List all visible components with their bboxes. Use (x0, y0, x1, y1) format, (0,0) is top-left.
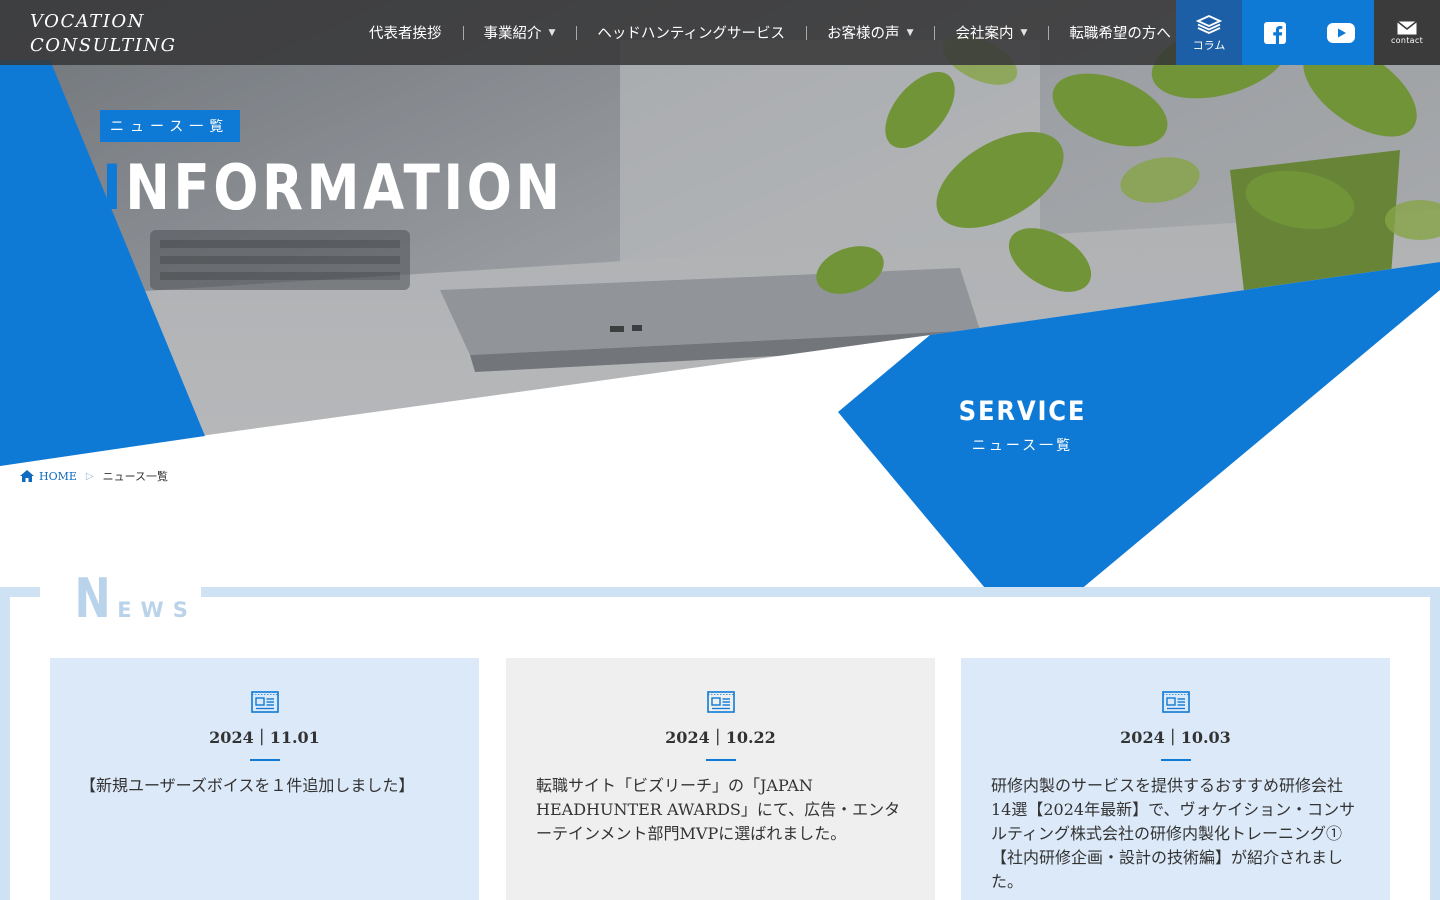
nav-label: ヘッドハンティングサービス (597, 26, 786, 42)
contact-button[interactable]: contact (1374, 0, 1440, 65)
news-card[interactable]: 2024｜10.22 転職サイト「ビズリーチ」の「JAPAN HEADHUNTE… (506, 658, 935, 900)
news-card[interactable]: 2024｜11.01 【新規ユーザーズボイスを１件追加しました】 (50, 658, 479, 900)
title-rest: NFORMATION (125, 151, 564, 224)
service-subtitle: ニュース一覧 (971, 438, 1074, 454)
breadcrumb-current: ニュース一覧 (102, 470, 169, 483)
caret-down-icon: ▼ (906, 27, 914, 38)
chevron-right-icon: ▷ (85, 470, 94, 482)
newspaper-icon (1161, 691, 1190, 713)
youtube-button[interactable] (1308, 0, 1374, 65)
main-nav: 代表者挨拶 事業紹介 ▼ ヘッドハンティングサービス お客様の声 ▼ 会社案内 … (348, 0, 1192, 65)
column-label: コラム (1192, 38, 1226, 52)
news-list: 2024｜11.01 【新規ユーザーズボイスを１件追加しました】 2024｜10… (50, 658, 1390, 900)
nav-item-business[interactable]: 事業紹介 ▼ (462, 22, 577, 43)
youtube-icon (1327, 22, 1355, 43)
service-title: SERVICE (958, 396, 1087, 427)
news-heading-rest: EWS (117, 598, 197, 622)
book-stack-icon (1196, 14, 1222, 34)
news-date: 2024｜10.03 (1120, 728, 1231, 747)
news-date: 2024｜11.01 (209, 728, 320, 747)
caret-down-icon: ▼ (548, 27, 556, 38)
breadcrumb: HOME ▷ ニュース一覧 (20, 468, 168, 484)
divider (1160, 759, 1191, 761)
nav-item-voices[interactable]: お客様の声 ▼ (806, 22, 934, 43)
breadcrumb-home-label: HOME (39, 469, 77, 483)
page-title: INFORMATION (102, 152, 563, 224)
nav-item-headhunting[interactable]: ヘッドハンティングサービス (576, 22, 806, 43)
facebook-button[interactable] (1242, 0, 1308, 65)
news-card[interactable]: 2024｜10.03 研修内製のサービスを提供するおすすめ研修会社14選【202… (961, 658, 1390, 900)
news-text: 研修内製のサービスを提供するおすすめ研修会社14選【2024年最新】で、ヴォケイ… (991, 776, 1356, 891)
logo-line-1: VOCATION (30, 11, 145, 32)
divider (249, 759, 280, 761)
home-icon (20, 470, 34, 482)
news-date: 2024｜10.22 (665, 728, 776, 747)
nav-item-company[interactable]: 会社案内 ▼ (934, 22, 1048, 43)
news-heading-initial: N (74, 567, 111, 630)
nav-item-job-seekers[interactable]: 転職希望の方へ (1048, 22, 1192, 43)
hero-banner (0, 0, 1440, 640)
service-label-box: SERVICE ニュース一覧 (930, 396, 1115, 455)
title-first-letter: I (102, 151, 126, 224)
breadcrumb-home-link[interactable]: HOME (20, 470, 77, 483)
nav-label: お客様の声 (827, 26, 900, 42)
news-heading: N EWS (70, 568, 197, 630)
news-text: 転職サイト「ビズリーチ」の「JAPAN HEADHUNTER AWARDS」にて… (536, 776, 901, 843)
divider (705, 759, 736, 761)
nav-item-greeting[interactable]: 代表者挨拶 (348, 22, 463, 43)
contact-label: contact (1390, 35, 1424, 45)
nav-label: 事業紹介 (483, 26, 542, 42)
site-header: VOCATION CONSULTING 代表者挨拶 事業紹介 ▼ ヘッドハンティ… (0, 0, 1440, 65)
news-text: 【新規ユーザーズボイスを１件追加しました】 (80, 776, 415, 795)
hero-photo (0, 0, 1440, 640)
logo-line-2: CONSULTING (30, 35, 177, 56)
site-logo[interactable]: VOCATION CONSULTING (30, 10, 177, 58)
facebook-icon (1264, 21, 1286, 44)
caret-down-icon: ▼ (1020, 27, 1028, 38)
column-button[interactable]: コラム (1176, 0, 1242, 65)
nav-label: 会社案内 (955, 26, 1014, 42)
nav-label: 転職希望の方へ (1069, 26, 1171, 42)
nav-label: 代表者挨拶 (369, 26, 442, 42)
hero-tag: ニュース一覧 (100, 110, 240, 142)
newspaper-icon (250, 691, 279, 713)
newspaper-icon (706, 691, 735, 713)
mail-icon (1397, 20, 1417, 34)
